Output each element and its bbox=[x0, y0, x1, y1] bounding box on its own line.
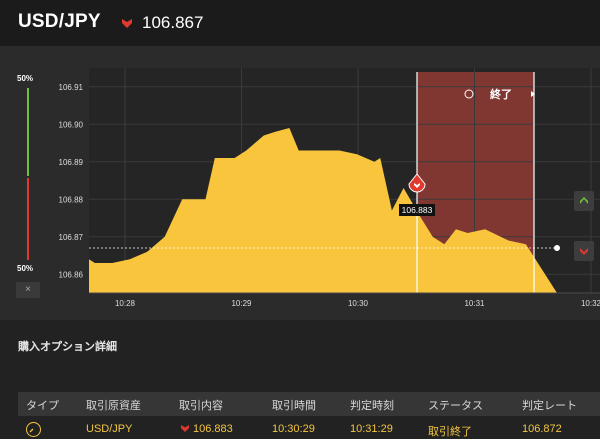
instrument-header: USD/JPY 106.867 bbox=[0, 0, 600, 46]
header-trade-time: 取引時間 bbox=[272, 400, 316, 412]
triangle-down-icon bbox=[580, 248, 588, 255]
row-judge-time: 10:31:29 bbox=[350, 423, 393, 435]
current-rate: 106.867 bbox=[142, 13, 204, 32]
x-tick-label: 10:30 bbox=[348, 299, 369, 308]
chart-panel: 50% 50% × 106.91 106.90 106.89 106.88 106.87… bbox=[0, 46, 600, 320]
header-asset: 取引原資産 bbox=[86, 400, 141, 412]
high-button[interactable] bbox=[574, 191, 594, 211]
header-judge-rate: 判定レート bbox=[522, 400, 577, 412]
triangle-down-icon bbox=[181, 425, 189, 432]
currency-pair-title: USD/JPY bbox=[18, 11, 101, 32]
low-button[interactable] bbox=[574, 241, 594, 261]
table-row[interactable]: USD/JPY 106.883 10:30:29 10:31:29 取引終了 1… bbox=[18, 418, 600, 438]
row-judge-rate: 106.872 bbox=[522, 423, 562, 435]
header-judge-time: 判定時刻 bbox=[350, 400, 394, 412]
y-tick-label: 106.89 bbox=[59, 158, 84, 167]
x-tick-label: 10:29 bbox=[231, 299, 252, 308]
triangle-down-icon bbox=[122, 19, 132, 28]
x-tick-label: 10:32 bbox=[581, 299, 600, 308]
entry-rate-label: 106.883 bbox=[402, 205, 433, 215]
row-asset: USD/JPY bbox=[86, 423, 133, 435]
row-trade-time: 10:30:29 bbox=[272, 423, 315, 435]
x-tick-label: 10:31 bbox=[464, 299, 485, 308]
current-rate-marker bbox=[554, 245, 560, 251]
header-content: 取引内容 bbox=[179, 400, 223, 412]
purchase-details-title: 購入オプション詳細 bbox=[18, 341, 117, 353]
y-tick-label: 106.86 bbox=[59, 270, 84, 279]
clock-icon bbox=[26, 422, 41, 437]
y-tick-label: 106.87 bbox=[59, 233, 84, 242]
price-chart[interactable]: 106.91 106.90 106.89 106.88 106.87 106.86 10:2… bbox=[0, 46, 600, 320]
triangle-up-icon bbox=[580, 197, 588, 204]
y-tick-label: 106.91 bbox=[59, 83, 84, 92]
y-tick-label: 106.88 bbox=[59, 195, 84, 204]
expiry-label: 終了 bbox=[490, 87, 512, 101]
header-type: タイプ bbox=[26, 400, 59, 412]
x-tick-label: 10:28 bbox=[115, 299, 136, 308]
header-status: ステータス bbox=[428, 400, 483, 412]
details-table-header: タイプ 取引原資産 取引内容 取引時間 判定時刻 ステータス 判定レート bbox=[18, 392, 600, 416]
row-content: 106.883 bbox=[193, 423, 233, 435]
y-tick-label: 106.90 bbox=[59, 120, 84, 129]
